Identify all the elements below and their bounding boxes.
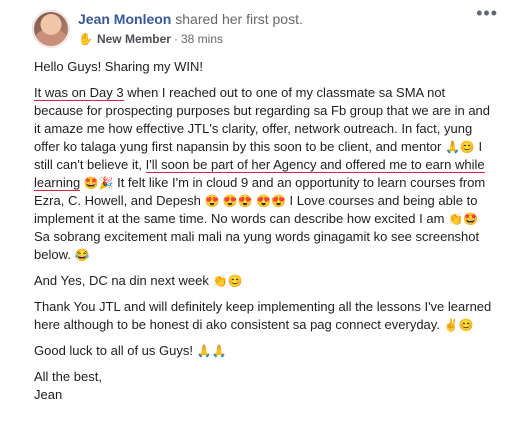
pray-emoji: 🙏🙏 <box>196 344 227 358</box>
dc-text: And Yes, DC na din next week <box>34 273 213 288</box>
post-timestamp[interactable]: 38 mins <box>181 31 223 47</box>
heart-eyes-emoji: 😍 😍😍 😍😍 <box>204 194 286 208</box>
post-subline: ✋ New Member · 38 mins <box>78 31 303 47</box>
thanks-text: Thank You JTL and will definitely keep i… <box>34 299 492 332</box>
laughing-emoji: 😂 <box>74 248 90 262</box>
separator-dot: · <box>173 32 178 46</box>
pray-smile-emoji: 🙏😊 <box>444 140 475 154</box>
story-paragraph: It was on Day 3 when I reached out to on… <box>34 84 494 264</box>
highlight-day3: It was on Day 3 <box>34 85 124 101</box>
post-meta: Jean Monleon shared her first post. ✋ Ne… <box>78 6 303 47</box>
more-options-icon[interactable]: ••• <box>476 4 498 22</box>
peace-smile-emoji: ✌️😊 <box>443 318 474 332</box>
avatar[interactable] <box>32 10 70 48</box>
member-badge[interactable]: New Member <box>97 31 171 47</box>
author-line: Jean Monleon shared her first post. <box>78 10 303 28</box>
signoff-paragraph: All the best, Jean <box>34 368 494 404</box>
post-card: Jean Monleon shared her first post. ✋ Ne… <box>0 0 512 436</box>
goodluck-text: Good luck to all of us Guys! <box>34 343 197 358</box>
goodluck-paragraph: Good luck to all of us Guys! 🙏🙏 <box>34 342 494 360</box>
post-body: Hello Guys! Sharing my WIN! It was on Da… <box>32 58 502 404</box>
post-header: Jean Monleon shared her first post. ✋ Ne… <box>32 6 502 58</box>
clap-smile-emoji: 👏😊 <box>212 274 243 288</box>
dc-paragraph: And Yes, DC na din next week 👏😊 <box>34 272 494 290</box>
thanks-paragraph: Thank You JTL and will definitely keep i… <box>34 298 494 334</box>
wave-hand-icon: ✋ <box>78 32 93 46</box>
clap-starstruck-emoji: 👏🤩 <box>448 212 478 226</box>
post-action-text: shared her first post. <box>175 11 303 27</box>
author-name-link[interactable]: Jean Monleon <box>78 11 171 27</box>
signoff-line-1: All the best, <box>34 369 102 384</box>
story-text-5: Sa sobrang excitement mali mali na yung … <box>34 229 480 262</box>
greeting-paragraph: Hello Guys! Sharing my WIN! <box>34 59 204 74</box>
starstruck-party-emoji: 🤩🎉 <box>80 176 114 190</box>
signoff-name: Jean <box>34 387 63 402</box>
